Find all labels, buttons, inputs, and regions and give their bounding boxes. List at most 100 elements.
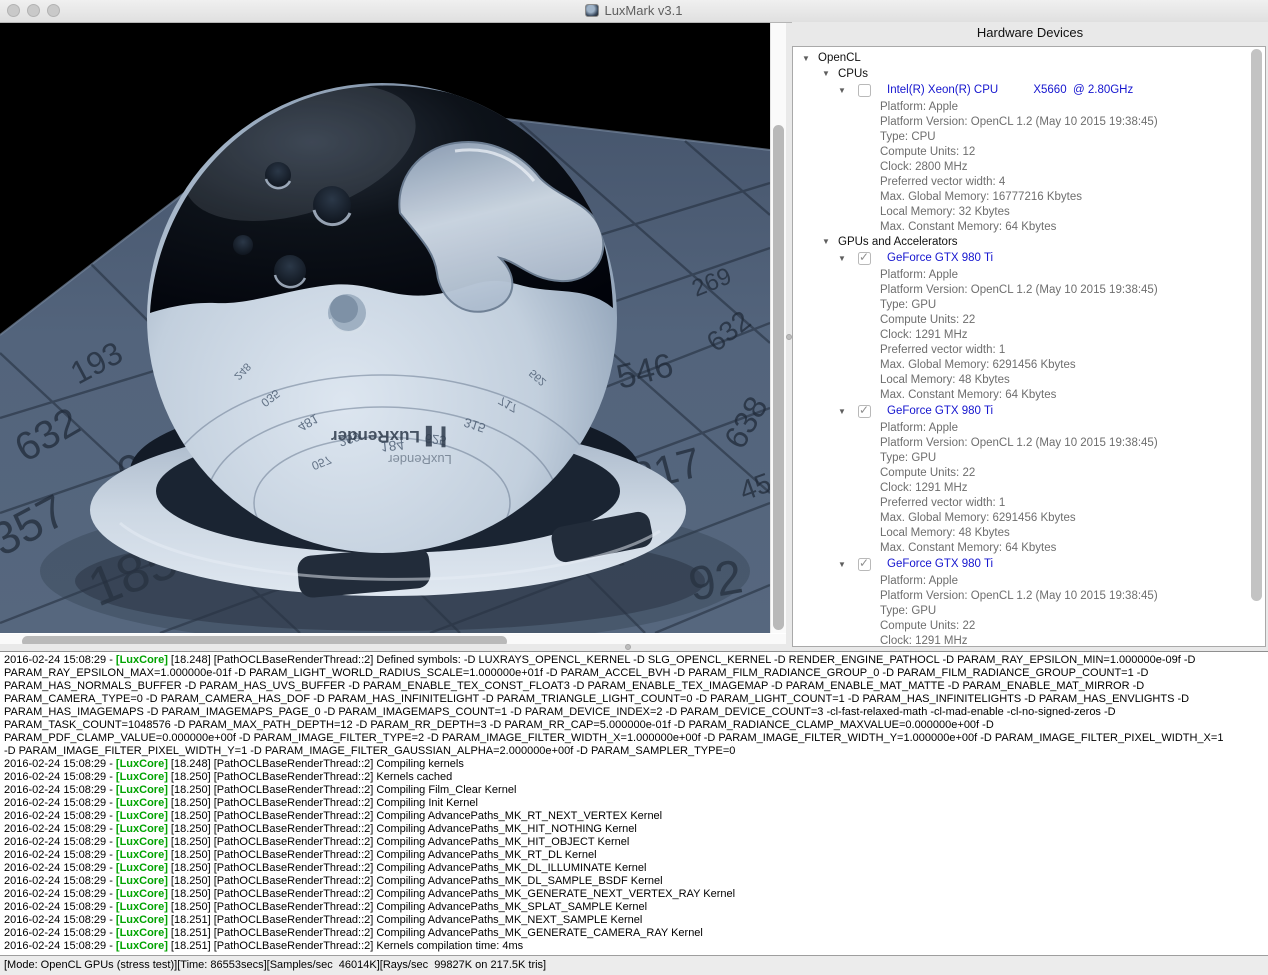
tree-row-detail: Preferred vector width: 1 [794,495,1252,510]
log-line: PARAM_RAY_EPSILON_MAX=1.000000e-01f -D P… [4,667,1149,679]
luxcore-tag: [LuxCore] [115,797,168,809]
tree-row-label: Platform: Apple [880,268,958,281]
tree-row-label: Max. Global Memory: 16777216 Kbytes [880,190,1082,203]
tree-row-device[interactable]: ▼ ✓ GeForce GTX 980 Ti [794,402,1252,420]
checkmark-icon: ✓ [859,249,870,264]
expand-triangle-icon[interactable]: ▼ [822,237,838,246]
tree-row-detail: Clock: 2800 MHz [794,159,1252,174]
render-vertical-scrollbar[interactable] [770,23,786,633]
tree-row-label: OpenCL [818,52,861,64]
tree-row-label: Max. Constant Memory: 64 Kbytes [880,541,1057,554]
log-line: 2016-02-24 15:08:29 - [LuxCore] [18.250]… [4,784,517,796]
tree-vertical-scrollbar[interactable] [1251,49,1262,643]
device-checkbox[interactable] [858,83,871,97]
luxcore-tag: [LuxCore] [115,914,168,926]
tree-row-detail: Max. Global Memory: 6291456 Kbytes [794,510,1252,525]
checkmark-icon: ✓ [859,402,870,417]
tree-row-label: Type: GPU [880,604,937,617]
render-vscroll-thumb[interactable] [773,125,784,630]
log-line: 2016-02-24 15:08:29 - [LuxCore] [18.250]… [4,797,478,809]
tree-row-label: Type: GPU [880,298,937,311]
tree-row-detail: Compute Units: 22 [794,618,1252,633]
horizontal-splitter-handle[interactable] [625,644,631,650]
status-bar: [Mode: OpenCL GPUs (stress test)][Time: … [0,955,1268,975]
tree-row-label: Preferred vector width: 1 [880,343,1006,356]
log-line: 2016-02-24 15:08:29 - [LuxCore] [18.248]… [4,758,464,770]
log-line: PARAM_HAS_IMAGEMAPS -D PARAM_IMAGEMAPS_P… [4,706,1116,718]
expand-triangle-icon[interactable]: ▼ [838,560,854,569]
tree-row-device[interactable]: ▼ ✓ GeForce GTX 980 Ti [794,249,1252,267]
log-line: 2016-02-24 15:08:29 - [LuxCore] [18.250]… [4,823,637,835]
log-line: 2016-02-24 15:08:29 - [LuxCore] [18.250]… [4,875,663,887]
tree-row-label: Max. Constant Memory: 64 Kbytes [880,388,1057,401]
tree-row-detail: Local Memory: 32 Kbytes [794,204,1252,219]
tree-row-detail: Clock: 1291 MHz [794,327,1252,342]
expand-triangle-icon[interactable]: ▼ [838,86,854,95]
render-image: 1841936320273571852693751845466322696382… [0,23,770,633]
device-tree[interactable]: ▼ OpenCL ▼ CPUs ▼ Intel(R) Xeon(R) CPU X5660 … [792,46,1266,647]
expand-triangle-icon[interactable]: ▼ [802,54,818,63]
luxcore-tag: [LuxCore] [115,927,168,939]
expand-triangle-icon[interactable]: ▼ [838,254,854,263]
expand-triangle-icon[interactable]: ▼ [838,407,854,416]
tree-row-label: Intel(R) Xeon(R) CPU X5660 @ 2.80GHz [887,84,1134,96]
tree-row-label: Preferred vector width: 1 [880,496,1006,509]
tree-row-label: Type: GPU [880,451,937,464]
luxcore-tag: [LuxCore] [115,875,168,887]
luxcore-tag: [LuxCore] [115,810,168,822]
hardware-devices-title: Hardware Devices [976,25,1084,40]
tree-row-device[interactable]: ▼ Intel(R) Xeon(R) CPU X5660 @ 2.80GHz [794,81,1252,99]
log-line: PARAM_HAS_NORMALS_BUFFER -D PARAM_HAS_UV… [4,680,1145,692]
title-bar: LuxMark v3.1 [0,0,1268,23]
tree-row-root[interactable]: ▼ OpenCL [794,50,1252,66]
tree-row-detail: Type: GPU [794,450,1252,465]
render-view: 1841936320273571852693751845466322696382… [0,23,786,650]
tree-row-label: Clock: 1291 MHz [880,481,968,494]
tree-row-label: CPUs [838,67,869,80]
log-line: 2016-02-24 15:08:29 - [LuxCore] [18.251]… [4,927,703,939]
device-checkbox[interactable]: ✓ [858,402,871,418]
tree-row-label: Max. Global Memory: 6291456 Kbytes [880,511,1076,524]
tree-row-label: Platform Version: OpenCL 1.2 (May 10 201… [880,589,1158,602]
tree-row-label: GeForce GTX 980 Ti [887,558,994,570]
tree-row-label: Preferred vector width: 4 [880,175,1006,188]
tree-row-detail: Preferred vector width: 4 [794,174,1252,189]
tree-row-detail: Local Memory: 48 Kbytes [794,525,1252,540]
device-checkbox[interactable]: ✓ [858,249,871,265]
log-line: 2016-02-24 15:08:29 - [LuxCore] [18.250]… [4,810,663,822]
tree-row-detail: Max. Constant Memory: 64 Kbytes [794,540,1252,555]
luxcore-tag: [LuxCore] [115,784,168,796]
tree-vscroll-thumb[interactable] [1251,49,1262,601]
device-checkbox[interactable]: ✓ [858,556,871,571]
tree-row-label: Platform Version: OpenCL 1.2 (May 10 201… [880,436,1158,449]
tree-row-label: Max. Constant Memory: 64 Kbytes [880,220,1057,233]
tree-row-detail: Max. Constant Memory: 64 Kbytes [794,219,1252,234]
tree-row-detail: Local Memory: 48 Kbytes [794,372,1252,387]
tree-row-detail: Type: GPU [794,603,1252,618]
status-text: [Mode: OpenCL GPUs (stress test)][Time: … [4,959,547,971]
log-output: 2016-02-24 15:08:29 - [LuxCore] [18.248]… [0,651,1268,955]
tree-row-detail: Max. Global Memory: 16777216 Kbytes [794,189,1252,204]
log-line: 2016-02-24 15:08:29 - [LuxCore] [18.248]… [4,654,1196,666]
tree-row-group[interactable]: ▼ GPUs and Accelerators [794,234,1252,249]
tree-row-label: Platform: Apple [880,421,958,434]
tree-row-label: Platform: Apple [880,100,958,113]
luxcore-tag: [LuxCore] [115,836,168,848]
tree-row-label: Local Memory: 48 Kbytes [880,373,1010,386]
svg-text:▎▌LuxRender: ▎▌LuxRender [331,425,446,448]
tree-row-detail: Clock: 1291 MHz [794,480,1252,495]
tree-row-detail: Max. Constant Memory: 64 Kbytes [794,387,1252,402]
tree-row-group[interactable]: ▼ CPUs [794,66,1252,81]
tree-row-detail: Clock: 1291 MHz [794,633,1252,647]
log-line: 2016-02-24 15:08:29 - [LuxCore] [18.250]… [4,862,647,874]
log-line: 2016-02-24 15:08:29 - [LuxCore] [18.250]… [4,836,630,848]
luxcore-tag: [LuxCore] [115,771,168,783]
tree-row-detail: Compute Units: 22 [794,465,1252,480]
luxcore-tag: [LuxCore] [115,901,168,913]
tree-row-detail: Preferred vector width: 1 [794,342,1252,357]
tree-row-detail: Compute Units: 12 [794,144,1252,159]
tree-row-label: GeForce GTX 980 Ti [887,252,994,264]
expand-triangle-icon[interactable]: ▼ [822,69,838,78]
tree-row-label: GPUs and Accelerators [838,235,958,248]
tree-row-device[interactable]: ▼ ✓ GeForce GTX 980 Ti [794,555,1252,573]
